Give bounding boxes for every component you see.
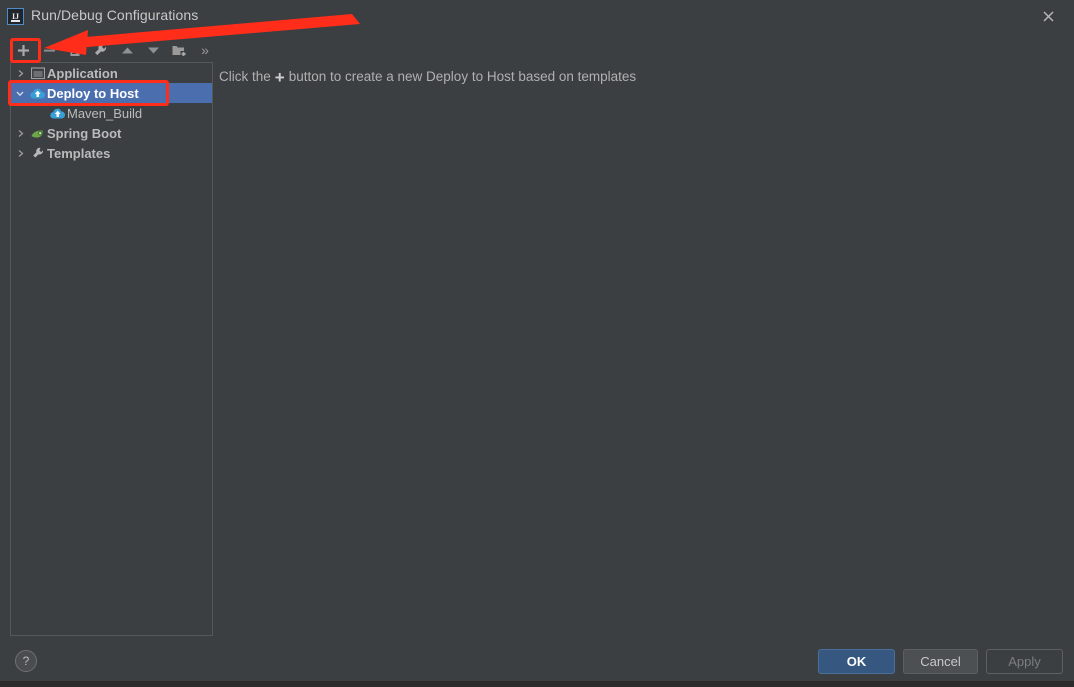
move-up-button[interactable] <box>114 38 140 62</box>
panel-divider <box>212 62 213 636</box>
tree-node-label: Spring Boot <box>47 125 122 141</box>
configurations-tree[interactable]: Application Deploy to Host Maven_Build S… <box>10 62 213 636</box>
chevron-right-icon[interactable] <box>11 149 29 158</box>
dialog-titlebar: IJ Run/Debug Configurations <box>0 0 1074 32</box>
empty-state-hint: Click the + button to create a new Deplo… <box>219 68 637 87</box>
hint-text-before: Click the <box>219 69 271 84</box>
tree-node-maven-build[interactable]: Maven_Build <box>11 103 212 123</box>
tree-node-templates[interactable]: Templates <box>11 143 212 163</box>
hint-text-after: button to create a new Deploy to Host ba… <box>288 69 637 84</box>
remove-configuration-button[interactable] <box>36 38 62 62</box>
move-down-button[interactable] <box>140 38 166 62</box>
plus-icon: + <box>274 68 285 87</box>
tree-node-label: Application <box>47 65 118 81</box>
tree-node-label: Maven_Build <box>67 105 143 121</box>
help-button[interactable]: ? <box>15 650 37 672</box>
dialog-title: Run/Debug Configurations <box>31 7 199 23</box>
chevron-double-right-icon: » <box>201 42 209 58</box>
chevron-right-icon[interactable] <box>11 129 29 138</box>
chevron-right-icon[interactable] <box>11 69 29 78</box>
tree-node-deploy-to-host[interactable]: Deploy to Host <box>11 83 212 103</box>
run-debug-configurations-dialog: IJ Run/Debug Configurations » Applicatio… <box>0 0 1074 687</box>
chevron-down-icon[interactable] <box>11 89 29 98</box>
overflow-button[interactable]: » <box>192 38 218 62</box>
add-configuration-button[interactable] <box>10 38 36 62</box>
copy-configuration-button[interactable] <box>62 38 88 62</box>
ok-button[interactable]: OK <box>818 649 895 674</box>
deploy-cloud-icon <box>29 85 47 101</box>
tree-node-application[interactable]: Application <box>11 63 212 83</box>
cancel-button[interactable]: Cancel <box>903 649 978 674</box>
tree-node-label: Templates <box>47 145 111 161</box>
new-folder-button[interactable] <box>166 38 192 62</box>
tree-node-label: Deploy to Host <box>47 85 139 101</box>
tree-node-spring-boot[interactable]: Spring Boot <box>11 123 212 143</box>
intellij-idea-icon: IJ <box>7 8 24 25</box>
close-icon[interactable] <box>1028 4 1068 28</box>
spring-boot-icon <box>29 125 47 141</box>
window-bottom-edge <box>0 681 1074 687</box>
application-icon <box>29 65 47 81</box>
wrench-icon <box>29 145 47 161</box>
edit-templates-button[interactable] <box>88 38 114 62</box>
deploy-cloud-icon <box>49 105 67 121</box>
configurations-toolbar: » <box>10 38 218 62</box>
apply-button[interactable]: Apply <box>986 649 1063 674</box>
